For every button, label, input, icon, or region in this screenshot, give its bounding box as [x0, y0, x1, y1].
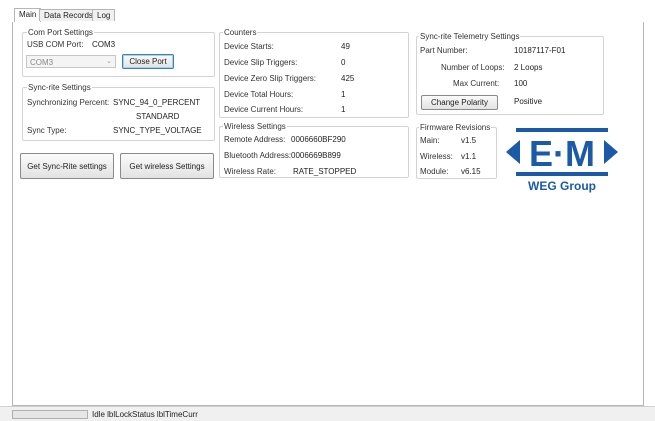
counters-title: Counters: [223, 28, 258, 37]
status-text: Idle lblLockStatus lblTimeCurr: [92, 410, 198, 419]
total-hours-value: 1: [341, 90, 346, 99]
slip-triggers-value: 0: [341, 58, 346, 67]
status-progress-bar: [12, 410, 88, 419]
bluetooth-address-value: 0006669B899: [291, 151, 341, 160]
firmware-main-label: Main:: [420, 136, 440, 145]
zero-slip-triggers-value: 425: [341, 74, 355, 83]
firmware-wireless-value: v1.1: [461, 152, 477, 161]
telemetry-title: Sync-rite Telemetry Settings: [419, 32, 521, 41]
sync-percent-label: Synchronizing Percent:: [27, 98, 110, 107]
chevron-down-icon: ⌄: [106, 58, 112, 65]
polarity-value: Positive: [514, 97, 543, 106]
wireless-title: Wireless Settings: [223, 122, 287, 131]
firmware-main-value: v1.5: [461, 136, 477, 145]
wireless-rate-value: RATE_STOPPED: [293, 167, 357, 176]
logo-mark: E·M WEG Group: [506, 128, 618, 193]
firmware-title: Firmware Revisions: [419, 123, 492, 132]
get-syncrite-settings-button[interactable]: Get Sync-Rite settings: [20, 153, 114, 179]
usb-com-port-label: USB COM Port:: [27, 40, 84, 49]
part-number-label: Part Number:: [420, 46, 468, 55]
zero-slip-triggers-label: Device Zero Slip Triggers:: [224, 74, 317, 83]
max-current-value: 100: [514, 79, 528, 88]
firmware-module-value: v6.15: [461, 167, 481, 176]
firmware-module-label: Module:: [420, 167, 449, 176]
device-starts-label: Device Starts:: [224, 42, 274, 51]
bluetooth-address-label: Bluetooth Address:: [224, 151, 292, 160]
sync-type-label: Sync Type:: [27, 126, 67, 135]
close-port-button[interactable]: Close Port: [122, 54, 174, 69]
tab-data-records[interactable]: Data Records: [39, 9, 98, 21]
device-starts-value: 49: [341, 42, 350, 51]
logo-subtitle: WEG Group: [528, 179, 596, 193]
com-port-select[interactable]: COM3 ⌄: [26, 55, 116, 68]
max-current-label: Max Current:: [453, 79, 500, 88]
status-bar: Idle lblLockStatus lblTimeCurr: [0, 406, 655, 421]
slip-triggers-label: Device Slip Triggers:: [224, 58, 298, 67]
tab-main[interactable]: Main: [14, 8, 42, 22]
total-hours-label: Device Total Hours:: [224, 90, 294, 99]
wireless-rate-label: Wireless Rate:: [224, 167, 277, 176]
get-wireless-settings-button[interactable]: Get wireless Settings: [120, 153, 214, 179]
remote-address-value: 0006660BF290: [291, 135, 346, 144]
tab-log[interactable]: Log: [92, 9, 116, 21]
usb-com-port-value: COM3: [92, 40, 116, 49]
sync-percent-value-2: STANDARD: [136, 112, 180, 121]
com-port-title: Com Port Settings: [27, 28, 94, 37]
current-hours-value: 1: [341, 105, 346, 114]
em-weg-logo: E·M WEG Group: [502, 124, 622, 194]
firmware-wireless-label: Wireless:: [420, 152, 453, 161]
sync-settings-title: Sync-rite Settings: [27, 83, 92, 92]
change-polarity-button[interactable]: Change Polarity: [421, 95, 498, 110]
com-port-select-value: COM3: [30, 58, 54, 67]
number-of-loops-value: 2 Loops: [514, 63, 543, 72]
tab-strip: Main Data Records Log: [12, 8, 644, 23]
number-of-loops-label: Number of Loops:: [441, 63, 505, 72]
part-number-value: 10187117-F01: [514, 46, 566, 55]
remote-address-label: Remote Address:: [224, 135, 286, 144]
current-hours-label: Device Current Hours:: [224, 105, 304, 114]
sync-percent-value: SYNC_94_0_PERCENT: [113, 98, 201, 107]
sync-type-value: SYNC_TYPE_VOLTAGE: [113, 126, 202, 135]
logo-text: E·M: [529, 133, 595, 174]
